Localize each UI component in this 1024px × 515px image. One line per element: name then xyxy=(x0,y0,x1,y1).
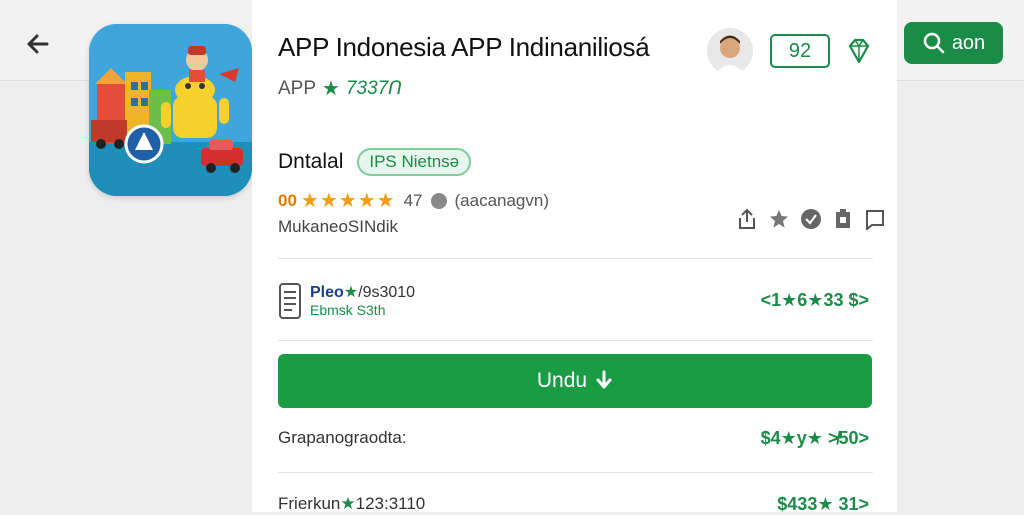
count-badge[interactable]: 92 xyxy=(770,34,830,68)
row-label-extra: 123:3110 xyxy=(355,494,426,513)
share-icon[interactable] xyxy=(736,208,758,230)
back-arrow-icon xyxy=(27,34,49,54)
app-detail-card: APP Indonesia APP Indinaniliosá 92 APP ★… xyxy=(252,0,897,514)
search-label: aon xyxy=(951,31,986,54)
install-button[interactable]: Undu xyxy=(278,354,872,408)
developer-name[interactable]: MukaneoSINdik xyxy=(278,217,398,237)
search-button[interactable]: aon xyxy=(904,22,1003,64)
publisher-rating: 7337Ո xyxy=(345,78,403,99)
details-heading-row: Dntalal IPS Nietnsə xyxy=(278,148,472,176)
info-line-1-rest: /9s3010 xyxy=(358,284,416,301)
rating-count: 47 xyxy=(403,190,423,210)
rating-stars: ★★★★★ xyxy=(300,190,396,212)
document-icon xyxy=(279,283,301,319)
rating-value: 00 xyxy=(278,190,297,210)
row-label: Frierkun★123:3110 xyxy=(278,494,425,514)
diamond-icon xyxy=(848,38,870,64)
reviews-label[interactable]: (aacanagvn) xyxy=(455,191,550,211)
row-value[interactable]: $4★y★ ≯50> xyxy=(761,428,869,449)
star-icon: ★ xyxy=(343,284,359,301)
user-avatar-icon xyxy=(707,28,753,74)
download-arrow-icon xyxy=(596,370,612,389)
divider xyxy=(278,340,873,341)
row-label-text: Frierkun xyxy=(278,494,341,513)
row-label: Grapanograodta: xyxy=(278,428,407,447)
check-badge-icon[interactable] xyxy=(800,208,822,230)
category-chip[interactable]: IPS Nietnsə xyxy=(357,148,472,176)
rating-row: 00 ★★★★★ 47 (aacanagvn) xyxy=(278,188,549,213)
flag-icon[interactable] xyxy=(864,208,886,230)
divider xyxy=(278,258,873,259)
diamond-button[interactable] xyxy=(844,36,874,66)
details-heading: Dntalal xyxy=(278,150,344,173)
install-label: Undu xyxy=(536,369,588,392)
publisher-line: APP ★ 7337Ո xyxy=(278,76,402,101)
action-icons xyxy=(736,208,886,230)
star-outline-icon[interactable] xyxy=(768,208,790,230)
info-line-1: Pleo★/9s3010 xyxy=(310,282,415,302)
divider xyxy=(278,472,873,473)
user-avatar[interactable] xyxy=(707,28,753,74)
app-title: APP Indonesia APP Indinaniliosá xyxy=(278,32,650,62)
info-row: Pleo★/9s3010 Ebmsk S3th xyxy=(278,282,415,320)
back-button[interactable] xyxy=(20,26,56,62)
bookmark-icon[interactable] xyxy=(832,208,854,230)
info-line-2: Ebmsk S3th xyxy=(310,302,386,318)
star-icon: ★ xyxy=(340,494,356,513)
app-icon xyxy=(89,24,252,196)
star-icon: ★ xyxy=(322,78,340,100)
info-text: Pleo★/9s3010 Ebmsk S3th xyxy=(310,282,415,320)
publisher-name[interactable]: APP xyxy=(278,78,316,100)
verified-icon xyxy=(430,192,447,209)
info-right-value[interactable]: <1★6★33 $> xyxy=(761,290,869,311)
info-line-1-bold: Pleo xyxy=(310,284,344,301)
search-icon xyxy=(923,32,945,54)
